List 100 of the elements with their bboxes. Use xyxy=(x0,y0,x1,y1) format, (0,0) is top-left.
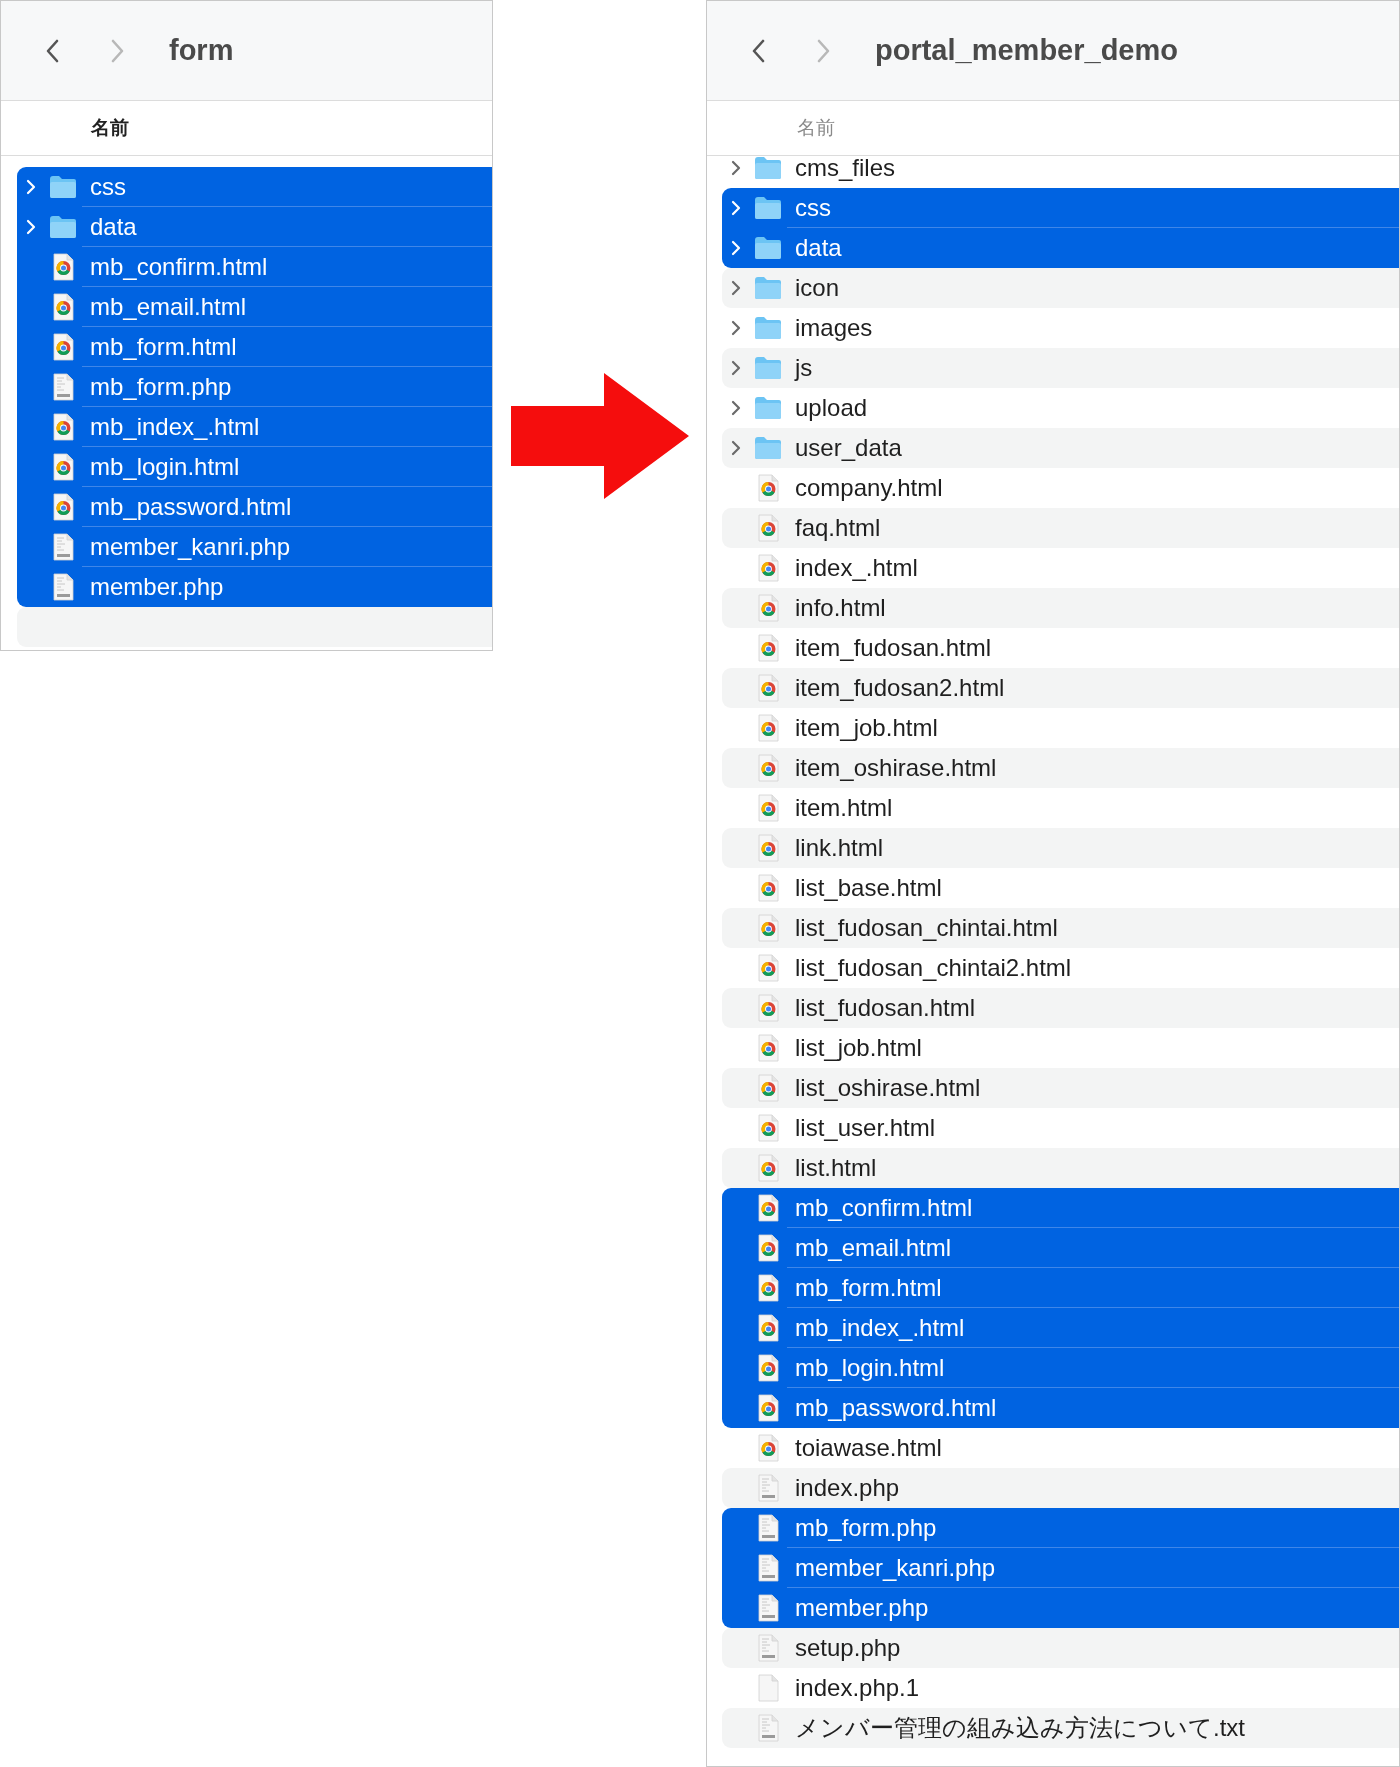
file-row[interactable]: user_data xyxy=(722,428,1399,468)
file-row[interactable]: メンバー管理の組み込み方法について.txt xyxy=(722,1708,1399,1748)
web-file-icon xyxy=(50,253,76,281)
file-row[interactable]: mb_form.html xyxy=(17,327,492,367)
file-row[interactable]: item.html xyxy=(722,788,1399,828)
file-row[interactable]: item_oshirase.html xyxy=(722,748,1399,788)
file-row[interactable]: faq.html xyxy=(722,508,1399,548)
file-row[interactable]: mb_form.php xyxy=(17,367,492,407)
file-row[interactable]: list_base.html xyxy=(722,868,1399,908)
window-title: form xyxy=(169,32,234,68)
web-file-icon xyxy=(755,674,781,702)
file-row[interactable]: link.html xyxy=(722,828,1399,868)
web-file-icon xyxy=(755,834,781,862)
file-row[interactable]: mb_index_.html xyxy=(722,1308,1399,1348)
file-name: mb_confirm.html xyxy=(795,1193,973,1223)
file-row[interactable]: member.php xyxy=(722,1588,1399,1628)
file-row[interactable]: item_job.html xyxy=(722,708,1399,748)
file-row[interactable]: data xyxy=(722,228,1399,268)
file-row[interactable]: index.php.1 xyxy=(722,1668,1399,1708)
file-row[interactable]: member.php xyxy=(17,567,492,607)
disclosure-chevron-icon[interactable] xyxy=(730,400,742,416)
file-row[interactable]: mb_login.html xyxy=(17,447,492,487)
file-row[interactable]: mb_password.html xyxy=(722,1388,1399,1428)
web-file-icon xyxy=(50,293,76,321)
web-file-icon xyxy=(755,1354,781,1382)
file-name: member.php xyxy=(795,1593,929,1623)
blank-file-icon xyxy=(755,1674,781,1702)
disclosure-chevron-icon[interactable] xyxy=(730,360,742,376)
file-row[interactable]: mb_email.html xyxy=(722,1228,1399,1268)
file-name: mb_form.html xyxy=(795,1273,942,1303)
file-name: index_.html xyxy=(795,553,918,583)
window-title: portal_member_demo xyxy=(875,32,1178,68)
file-row[interactable]: list_job.html xyxy=(722,1028,1399,1068)
text-file-icon xyxy=(755,1714,781,1742)
folder-icon xyxy=(754,316,782,340)
file-row[interactable]: images xyxy=(722,308,1399,348)
web-file-icon xyxy=(755,594,781,622)
file-row[interactable]: mb_form.html xyxy=(722,1268,1399,1308)
file-name: list_oshirase.html xyxy=(795,1073,981,1103)
file-row[interactable]: mb_form.php xyxy=(722,1508,1399,1548)
file-row[interactable]: mb_password.html xyxy=(17,487,492,527)
folder-icon xyxy=(754,236,782,260)
file-row[interactable]: list_fudosan_chintai2.html xyxy=(722,948,1399,988)
file-row[interactable]: icon xyxy=(722,268,1399,308)
file-row[interactable]: list_fudosan_chintai.html xyxy=(722,908,1399,948)
file-name: mb_login.html xyxy=(795,1353,945,1383)
file-name: css xyxy=(795,193,831,223)
file-row[interactable]: item_fudosan.html xyxy=(722,628,1399,668)
file-row[interactable]: mb_email.html xyxy=(17,287,492,327)
file-name: mb_form.html xyxy=(90,332,237,362)
file-row[interactable]: cms_files xyxy=(722,148,1399,188)
file-row[interactable]: data xyxy=(17,207,492,247)
file-name: mb_login.html xyxy=(90,452,240,482)
folder-icon xyxy=(754,276,782,300)
file-row[interactable]: upload xyxy=(722,388,1399,428)
web-file-icon xyxy=(50,333,76,361)
file-row[interactable]: company.html xyxy=(722,468,1399,508)
file-row[interactable]: item_fudosan2.html xyxy=(722,668,1399,708)
file-name: mb_index_.html xyxy=(795,1313,965,1343)
file-row[interactable]: setup.php xyxy=(722,1628,1399,1668)
file-row[interactable]: toiawase.html xyxy=(722,1428,1399,1468)
file-name: item_job.html xyxy=(795,713,938,743)
folder-icon xyxy=(754,396,782,420)
column-header[interactable]: 名前 xyxy=(797,113,835,143)
file-row[interactable]: mb_confirm.html xyxy=(17,247,492,287)
folder-icon xyxy=(754,156,782,180)
file-row[interactable]: mb_login.html xyxy=(722,1348,1399,1388)
folder-icon xyxy=(49,175,77,199)
web-file-icon xyxy=(755,634,781,662)
file-row[interactable]: list_fudosan.html xyxy=(722,988,1399,1028)
file-row[interactable]: css xyxy=(722,188,1399,228)
disclosure-chevron-icon[interactable] xyxy=(730,320,742,336)
text-file-icon xyxy=(755,1474,781,1502)
disclosure-chevron-icon[interactable] xyxy=(730,280,742,296)
file-row[interactable]: list.html xyxy=(722,1148,1399,1188)
web-file-icon xyxy=(755,1394,781,1422)
disclosure-chevron-icon[interactable] xyxy=(730,160,742,176)
file-row[interactable]: index.php xyxy=(722,1468,1399,1508)
text-file-icon xyxy=(755,1554,781,1582)
file-row[interactable]: mb_index_.html xyxy=(17,407,492,447)
file-row[interactable]: mb_confirm.html xyxy=(722,1188,1399,1228)
file-name: item_fudosan.html xyxy=(795,633,992,663)
disclosure-chevron-icon[interactable] xyxy=(730,440,742,456)
file-row[interactable]: list_oshirase.html xyxy=(722,1068,1399,1108)
file-row[interactable]: list_user.html xyxy=(722,1108,1399,1148)
file-row[interactable]: css xyxy=(17,167,492,207)
web-file-icon xyxy=(755,794,781,822)
file-name: link.html xyxy=(795,833,884,863)
column-header[interactable]: 名前 xyxy=(91,113,129,143)
file-name: mb_email.html xyxy=(90,292,247,322)
file-row[interactable]: info.html xyxy=(722,588,1399,628)
file-name: company.html xyxy=(795,473,943,503)
web-file-icon xyxy=(755,554,781,582)
file-row[interactable]: js xyxy=(722,348,1399,388)
file-name: data xyxy=(795,233,842,263)
file-row[interactable]: index_.html xyxy=(722,548,1399,588)
file-row[interactable]: member_kanri.php xyxy=(722,1548,1399,1588)
web-file-icon xyxy=(50,413,76,441)
web-file-icon xyxy=(755,1154,781,1182)
file-row[interactable]: member_kanri.php xyxy=(17,527,492,567)
